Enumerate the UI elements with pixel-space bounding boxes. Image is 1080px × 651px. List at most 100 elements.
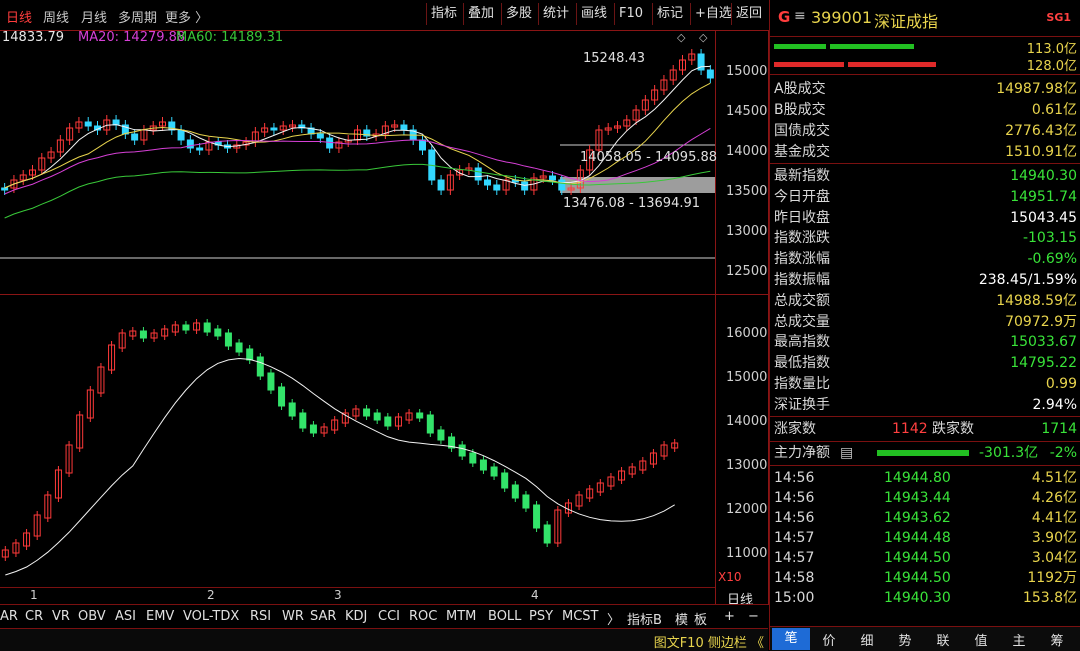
decline-value: 1714: [1041, 421, 1077, 437]
stock-code: 399001: [811, 8, 873, 27]
stat-row: 昨日收盘 15043.45: [774, 208, 1077, 228]
tab-template-b[interactable]: 板: [694, 609, 707, 628]
tab-psy[interactable]: PSY: [529, 609, 553, 624]
turnover-row: 国债成交 2776.43亿: [774, 121, 1077, 141]
lower-candle: [469, 452, 477, 464]
stat-value: 14940.30: [1010, 168, 1077, 184]
tick-row: 14:57 14944.50 3.04亿: [774, 548, 1077, 568]
tab-related[interactable]: 联: [924, 630, 962, 649]
price-candle: [186, 139, 194, 149]
stat-label: 指数振幅: [774, 272, 830, 288]
tab-mtm[interactable]: MTM: [446, 609, 476, 624]
lower-candle: [490, 466, 498, 477]
flow-detail-icon[interactable]: ▤: [840, 443, 853, 463]
mark-button[interactable]: 标记: [652, 3, 687, 25]
tick-volume: 153.8亿: [1022, 590, 1077, 606]
stat-value: 14795.22: [1010, 355, 1077, 372]
tab-asi[interactable]: ASI: [115, 609, 136, 624]
indicator-button[interactable]: 指标: [426, 3, 461, 25]
lower-candle: [214, 328, 222, 337]
tab-cci[interactable]: CCI: [378, 609, 400, 624]
tab-value[interactable]: 值: [962, 630, 1000, 649]
draw-line-button[interactable]: 画线: [576, 3, 611, 25]
tab-vr[interactable]: VR: [52, 609, 70, 624]
back-button[interactable]: 返回: [731, 3, 766, 25]
turnover-label: 国债成交: [774, 123, 830, 139]
turnover-row: B股成交 0.61亿: [774, 100, 1077, 120]
sidebar-toggle[interactable]: 图文F10 侧边栏 《: [654, 632, 764, 651]
turnover-label: A股成交: [774, 81, 826, 97]
turnover-row: 基金成交 1510.91亿: [774, 142, 1077, 162]
f10-button[interactable]: F10: [614, 3, 647, 25]
tab-mcst[interactable]: MCST: [562, 609, 599, 624]
tick-price: 14943.62: [884, 510, 951, 526]
remove-pane-button[interactable]: −: [748, 609, 759, 624]
range-upper-annotation: 14058.05 - 14095.88: [580, 150, 718, 165]
lower-chart[interactable]: [0, 295, 715, 585]
tab-indicator-b[interactable]: 指标B: [627, 609, 662, 628]
chart-toolbar: 日线 周线 月线 多周期 更多 〉 指标 叠加 多股 统计 画线 F10 标记 …: [0, 0, 768, 31]
stat-label: 最高指数: [774, 334, 830, 351]
lower-tick: 13000: [726, 458, 768, 473]
turnover-label: B股成交: [774, 102, 826, 118]
tab-trend[interactable]: 势: [886, 630, 924, 649]
stat-label: 今日开盘: [774, 188, 830, 205]
lower-tick: 15000: [726, 370, 768, 385]
tab-scroll-right[interactable]: 〉: [607, 609, 620, 628]
price-tick: 13500: [726, 184, 768, 199]
price-candle: [521, 181, 529, 191]
tab-chips[interactable]: 筹: [1038, 630, 1076, 649]
tab-rsi[interactable]: RSI: [250, 609, 271, 624]
tick-time: 15:00: [774, 590, 815, 606]
lower-candle: [533, 504, 541, 529]
lower-candle: [373, 412, 381, 421]
tick-price: 14943.44: [884, 490, 951, 506]
lower-tick: 12000: [726, 502, 768, 517]
stat-label: 深证换手: [774, 396, 830, 413]
multi-stock-button[interactable]: 多股: [501, 3, 536, 25]
tab-emv[interactable]: EMV: [146, 609, 174, 624]
price-candle: [1, 187, 9, 191]
quote-header: G ≡ 399001 深证成指 SG1: [770, 0, 1080, 37]
tab-roc[interactable]: ROC: [409, 609, 437, 624]
lower-candle: [309, 424, 317, 434]
high-annotation: 15248.43: [583, 51, 646, 66]
period-week-tab[interactable]: 周线: [43, 7, 69, 26]
period-day-tab[interactable]: 日线: [6, 7, 32, 26]
overlay-button[interactable]: 叠加: [463, 3, 498, 25]
advance-label: 涨家数: [774, 421, 816, 437]
stat-value: 238.45/1.59%: [978, 272, 1077, 288]
period-more-tab[interactable]: 更多 〉: [165, 7, 208, 26]
tab-wr[interactable]: WR: [282, 609, 304, 624]
tab-template-a[interactable]: 模: [675, 609, 688, 628]
lower-candle: [139, 330, 147, 339]
tab-ticks[interactable]: 笔: [772, 628, 810, 650]
tab-boll[interactable]: BOLL: [488, 609, 521, 624]
statistics-button[interactable]: 统计: [538, 3, 573, 25]
lower-candle: [267, 372, 275, 391]
tab-ar[interactable]: AR: [0, 609, 18, 624]
tab-cr[interactable]: CR: [25, 609, 43, 624]
menu-icon[interactable]: ≡: [794, 8, 806, 24]
tab-main[interactable]: 主: [1000, 630, 1038, 649]
stat-label: 指数涨幅: [774, 251, 830, 268]
stat-value: 0.99: [1045, 376, 1077, 392]
lower-candle: [384, 416, 392, 427]
tab-sar[interactable]: SAR: [310, 609, 336, 624]
tab-price[interactable]: 价: [810, 630, 848, 649]
tab-vol-tdx[interactable]: VOL-TDX: [183, 609, 239, 624]
period-month-tab[interactable]: 月线: [81, 7, 107, 26]
add-pane-button[interactable]: +: [724, 609, 735, 624]
add-watchlist-button[interactable]: +自选: [690, 3, 736, 25]
price-candle: [549, 175, 556, 181]
price-candle: [131, 133, 139, 141]
advance-decline-row: 涨家数 1142 跌家数 1714: [774, 419, 1077, 439]
price-candle: [437, 179, 445, 191]
tab-obv[interactable]: OBV: [78, 609, 106, 624]
lower-candle: [235, 342, 243, 353]
tab-kdj[interactable]: KDJ: [345, 609, 367, 624]
lower-candle: [416, 412, 424, 419]
tab-detail[interactable]: 细: [848, 630, 886, 649]
period-multi-tab[interactable]: 多周期: [118, 7, 157, 26]
advance-value: 1142: [892, 421, 928, 437]
